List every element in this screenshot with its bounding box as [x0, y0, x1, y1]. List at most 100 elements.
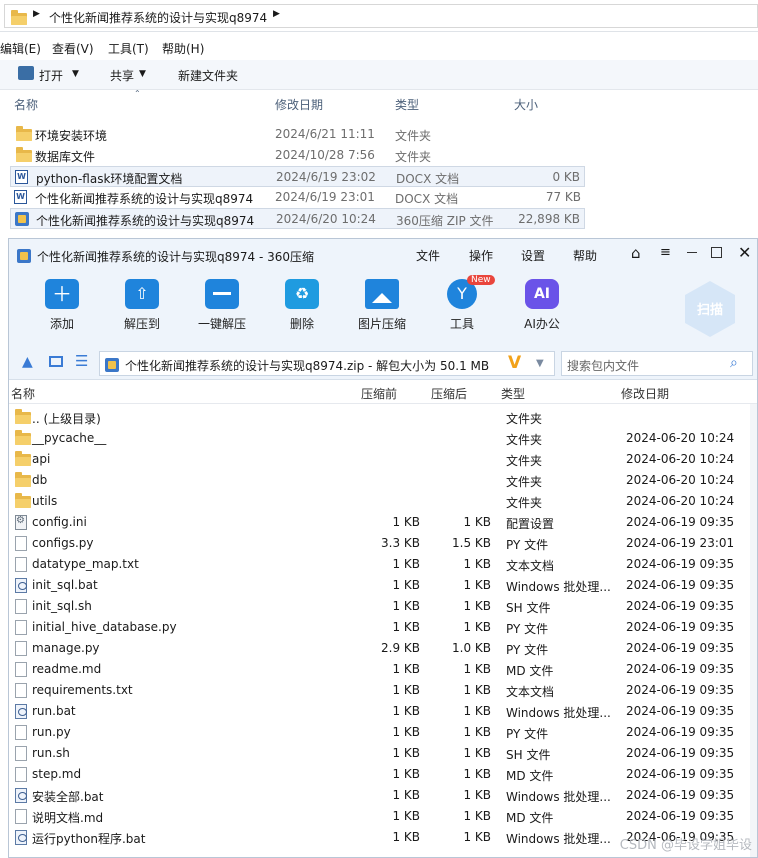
column-type[interactable]: 类型 [395, 96, 419, 113]
table-row[interactable]: .. (上级目录) 文件夹 [9, 407, 744, 428]
size-before: 1 KB [392, 599, 420, 613]
table-row[interactable]: run.bat 1 KB 1 KB Windows 批处理... 2024-06-19 … [9, 701, 744, 722]
one-click-extract-button[interactable]: 一键解压 [191, 279, 253, 332]
menu-help[interactable]: 帮助 [573, 247, 597, 264]
table-row[interactable]: api 文件夹 2024-06-20 10:24 [9, 449, 744, 470]
table-row[interactable]: config.ini 1 KB 1 KB 配置设置 2024-06-19 09:35 [9, 512, 744, 533]
delete-button[interactable]: ♻ 删除 [271, 279, 333, 332]
file-type: PY 文件 [506, 643, 549, 657]
file-type: PY 文件 [506, 727, 549, 741]
file-type: 文件夹 [506, 412, 543, 426]
search-icon[interactable]: ⌕ [730, 355, 738, 371]
table-row[interactable]: manage.py 2.9 KB 1.0 KB PY 文件 2024-06-19 09:… [9, 638, 744, 659]
table-row[interactable]: datatype_map.txt 1 KB 1 KB 文本文档 2024-06-19 0… [9, 554, 744, 575]
table-row[interactable]: run.sh 1 KB 1 KB SH 文件 2024-06-19 09:35 [9, 743, 744, 764]
extract-to-button[interactable]: ⇧ 解压到 [111, 279, 173, 332]
folder-icon [15, 409, 31, 424]
share-button[interactable]: 共享 [110, 67, 134, 84]
chevron-down-icon[interactable]: ▼ [536, 358, 544, 369]
menu-help[interactable]: 帮助(H) [162, 40, 204, 57]
image-compress-button[interactable]: 图片压缩 [351, 279, 413, 332]
list-item[interactable]: W python-flask环境配置文档 2024/6/19 23:02 DOC… [10, 166, 585, 187]
menu-file[interactable]: 文件 [416, 247, 440, 264]
table-row[interactable]: run.py 1 KB 1 KB PY 文件 2024-06-19 09:35 [9, 722, 744, 743]
skin-icon[interactable]: ⌂ [631, 244, 641, 262]
menu-view[interactable]: 查看(V) [52, 40, 94, 57]
open-button[interactable]: 打开 [39, 67, 63, 84]
table-row[interactable]: init_sql.bat 1 KB 1 KB Windows 批处理... 2024-0… [9, 575, 744, 596]
table-row[interactable]: __pycache__ 文件夹 2024-06-20 10:24 [9, 428, 744, 449]
menu-tools[interactable]: 工具(T) [108, 40, 149, 57]
file-type: 文件夹 [506, 496, 543, 510]
file-type: DOCX 文档 [396, 172, 460, 186]
table-row[interactable]: requirements.txt 1 KB 1 KB 文本文档 2024-06-19 0… [9, 680, 744, 701]
list-item[interactable]: W 个性化新闻推荐系统的设计与实现q8974 2024/6/19 23:01 D… [10, 187, 585, 208]
column-type[interactable]: 类型 [501, 385, 525, 402]
breadcrumb[interactable]: 个性化新闻推荐系统的设计与实现q8974 [49, 9, 267, 26]
file-size: 77 KB [545, 190, 581, 204]
table-row[interactable]: db 文件夹 2024-06-20 10:24 [9, 470, 744, 491]
column-date[interactable]: 修改日期 [275, 96, 323, 113]
size-after: 1 KB [463, 767, 491, 781]
scrollbar[interactable] [750, 404, 757, 857]
ai-glyph: AI [533, 286, 551, 302]
new-badge: New [467, 275, 495, 285]
file-name: requirements.txt [32, 683, 133, 697]
ai-office-button[interactable]: AI AI办公 [511, 279, 573, 332]
search-input[interactable]: 搜索包内文件 ⌕ [561, 351, 753, 376]
table-row[interactable]: configs.py 3.3 KB 1.5 KB PY 文件 2024-06-19 23… [9, 533, 744, 554]
add-button[interactable]: ＋ 添加 [31, 279, 93, 332]
close-icon[interactable]: ✕ [738, 243, 751, 262]
minimize-icon[interactable] [687, 252, 697, 253]
column-name[interactable]: 名称 [14, 96, 38, 113]
file-date: 2024/6/19 23:02 [276, 170, 376, 184]
table-row[interactable]: readme.md 1 KB 1 KB MD 文件 2024-06-19 09:35 [9, 659, 744, 680]
table-row[interactable]: 说明文档.md 1 KB 1 KB MD 文件 2024-06-19 09:35 [9, 806, 744, 827]
list-item[interactable]: 环境安装环境 2024/6/21 11:11 文件夹 [10, 124, 585, 145]
table-row[interactable]: 安装全部.bat 1 KB 1 KB Windows 批处理... 2024-06-19… [9, 785, 744, 806]
file-icon [15, 599, 27, 614]
table-row[interactable]: step.md 1 KB 1 KB MD 文件 2024-06-19 09:35 [9, 764, 744, 785]
file-date: 2024-06-19 09:35 [626, 599, 735, 613]
menu-settings[interactable]: 设置 [521, 247, 545, 264]
image-compress-icon [365, 279, 399, 309]
chevron-down-icon[interactable]: ▼ [72, 69, 79, 79]
new-folder-button[interactable]: 新建文件夹 [178, 67, 238, 84]
size-after: 1 KB [463, 515, 491, 529]
column-name[interactable]: 名称 [11, 385, 35, 402]
table-row[interactable]: init_sql.sh 1 KB 1 KB SH 文件 2024-06-19 09:35 [9, 596, 744, 617]
table-row[interactable]: initial_hive_database.py 1 KB 1 KB PY 文件 202… [9, 617, 744, 638]
chevron-right-icon[interactable]: ▶ [33, 9, 40, 19]
size-after: 1 KB [463, 599, 491, 613]
maximize-icon[interactable] [711, 247, 722, 258]
column-after[interactable]: 压缩后 [431, 385, 467, 402]
tools-button[interactable]: Y 工具 New [431, 275, 495, 332]
column-before[interactable]: 压缩前 [361, 385, 397, 402]
file-name: 环境安装环境 [35, 129, 108, 143]
size-after: 1 KB [463, 830, 491, 844]
file-type: 文件夹 [395, 150, 432, 164]
file-date: 2024-06-20 10:24 [626, 431, 735, 445]
list-item[interactable]: 数据库文件 2024/10/28 7:56 文件夹 [10, 145, 585, 166]
chevron-down-icon[interactable]: ▼ [139, 69, 146, 79]
file-name: db [32, 473, 48, 487]
up-arrow-icon[interactable]: ▲ [22, 354, 33, 370]
menu-operation[interactable]: 操作 [469, 247, 493, 264]
file-name: initial_hive_database.py [32, 620, 177, 634]
chevron-right-icon[interactable]: ▶ [273, 9, 280, 19]
column-size[interactable]: 大小 [514, 96, 538, 113]
explorer-menu-bar: 编辑(E) 查看(V) 工具(T) 帮助(H) [0, 36, 758, 58]
batch-file-icon [15, 830, 27, 845]
button-label: AI办公 [524, 317, 560, 331]
table-row[interactable]: utils 文件夹 2024-06-20 10:24 [9, 491, 744, 512]
size-after: 1 KB [463, 683, 491, 697]
column-date[interactable]: 修改日期 [621, 385, 669, 402]
menu-icon[interactable]: ≡ [660, 245, 671, 260]
view-icon[interactable] [49, 356, 63, 367]
scan-button[interactable]: 扫描 [685, 281, 735, 337]
list-view-icon[interactable]: ☰ [75, 352, 88, 370]
explorer-address-bar[interactable]: ▶ 个性化新闻推荐系统的设计与实现q8974 ▶ [0, 0, 758, 32]
menu-edit[interactable]: 编辑(E) [0, 40, 41, 57]
path-field[interactable]: 个性化新闻推荐系统的设计与实现q8974.zip - 解包大小为 50.1 MB… [99, 351, 555, 376]
list-item[interactable]: 个性化新闻推荐系统的设计与实现q8974 2024/6/20 10:24 360… [10, 208, 585, 229]
